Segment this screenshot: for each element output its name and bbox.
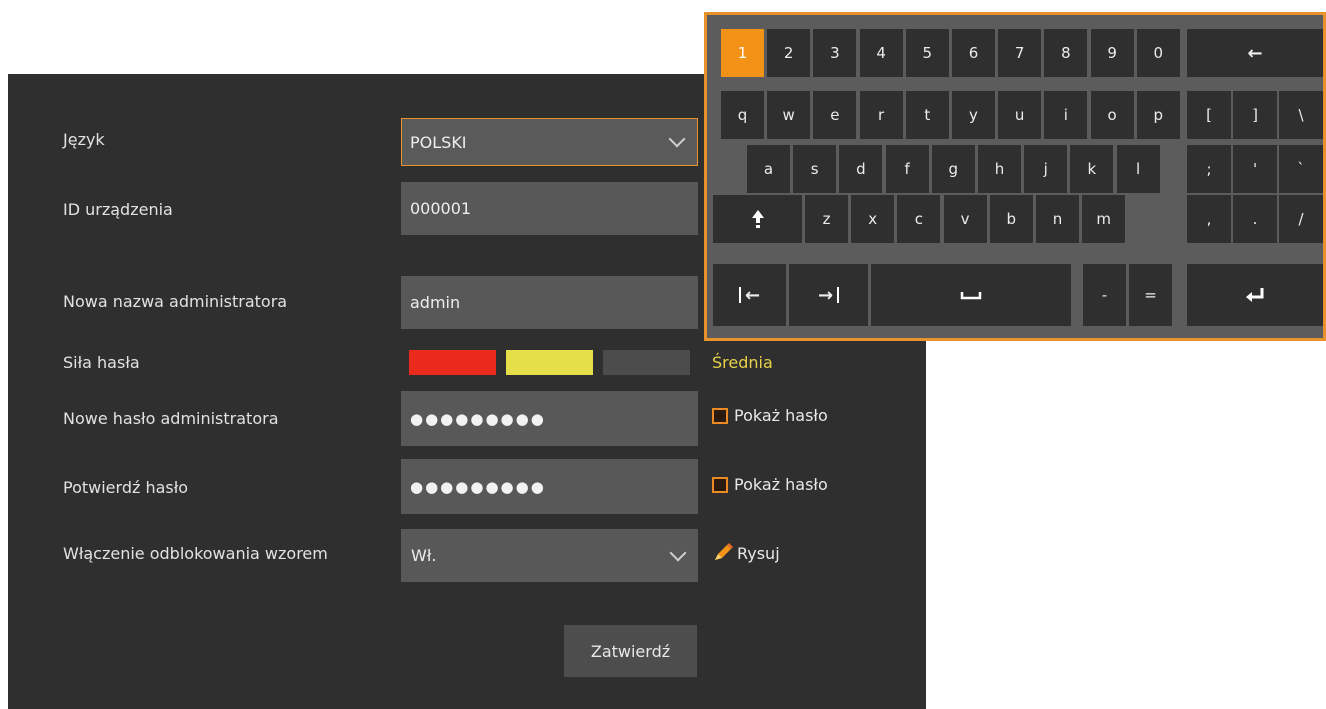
key-v[interactable]: v: [943, 195, 987, 243]
key-symbol[interactable]: `: [1279, 145, 1323, 193]
key-a[interactable]: a: [747, 145, 790, 193]
device-id-field[interactable]: 000001: [401, 182, 698, 235]
space-key[interactable]: [871, 264, 1071, 326]
submit-button[interactable]: Zatwierdź: [564, 625, 697, 677]
key-i[interactable]: i: [1044, 91, 1088, 139]
key-1[interactable]: 1: [721, 29, 764, 77]
key-2[interactable]: 2: [767, 29, 811, 77]
chevron-down-icon: [668, 130, 686, 148]
key-n[interactable]: n: [1036, 195, 1079, 243]
key-5[interactable]: 5: [905, 29, 949, 77]
language-value: POLSKI: [410, 132, 467, 152]
key-s[interactable]: s: [793, 145, 837, 193]
admin-name-label: Nowa nazwa administratora: [63, 292, 288, 311]
backspace-key[interactable]: ←: [1187, 29, 1323, 77]
key-o[interactable]: o: [1090, 91, 1134, 139]
enter-key[interactable]: [1187, 264, 1323, 326]
new-password-value: ●●●●●●●●●: [410, 409, 546, 428]
pattern-unlock-select[interactable]: Wł.: [401, 529, 698, 582]
device-id-value: 000001: [410, 199, 472, 218]
key-p[interactable]: p: [1136, 91, 1180, 139]
confirm-password-value: ●●●●●●●●●: [410, 477, 546, 496]
key-f[interactable]: f: [885, 145, 929, 193]
cursor-right-key[interactable]: →: [789, 264, 868, 326]
chevron-down-icon: [669, 544, 687, 561]
pattern-unlock-value: Wł.: [411, 546, 437, 565]
key-symbol[interactable]: ;: [1187, 145, 1231, 193]
admin-name-value: admin: [410, 293, 461, 312]
key-4[interactable]: 4: [859, 29, 903, 77]
key-z[interactable]: z: [805, 195, 848, 243]
equals-key[interactable]: =: [1129, 264, 1172, 326]
key-q[interactable]: q: [721, 91, 764, 139]
draw-pattern-link[interactable]: Rysuj: [712, 543, 780, 563]
language-label: Język: [63, 130, 105, 149]
confirm-password-field[interactable]: ●●●●●●●●●: [401, 459, 698, 514]
admin-name-field[interactable]: admin: [401, 276, 698, 329]
key-symbol[interactable]: ]: [1233, 91, 1277, 139]
cursor-left-icon: ←: [738, 285, 760, 306]
password-strength-level: Średnia: [712, 353, 773, 372]
key-g[interactable]: g: [931, 145, 975, 193]
key-d[interactable]: d: [839, 145, 883, 193]
strength-segment-2: [506, 350, 593, 375]
key-j[interactable]: j: [1024, 145, 1068, 193]
cursor-right-icon: →: [818, 285, 840, 306]
strength-segment-3: [603, 350, 690, 375]
key-symbol[interactable]: .: [1233, 195, 1277, 243]
device-id-label: ID urządzenia: [63, 200, 173, 219]
show-password-toggle-1[interactable]: Pokaż hasło: [712, 406, 828, 425]
virtual-keyboard: 1 2 3 4 5 6 7 8 9 0 q w e r t y u i o p a s d f g h j k l z x c v b n m [] \;…: [704, 12, 1326, 341]
space-bar-icon: [960, 292, 982, 300]
new-password-field[interactable]: ●●●●●●●●●: [401, 391, 698, 446]
key-m[interactable]: m: [1082, 195, 1126, 243]
key-7[interactable]: 7: [998, 29, 1042, 77]
password-strength-label: Siła hasła: [63, 353, 140, 372]
key-symbol[interactable]: \: [1279, 91, 1323, 139]
key-0[interactable]: 0: [1136, 29, 1180, 77]
key-c[interactable]: c: [897, 195, 941, 243]
language-select[interactable]: POLSKI: [401, 118, 698, 166]
key-symbol[interactable]: ': [1233, 145, 1277, 193]
key-6[interactable]: 6: [952, 29, 995, 77]
key-9[interactable]: 9: [1090, 29, 1134, 77]
show-password-checkbox[interactable]: [712, 407, 728, 424]
show-password-label: Pokaż hasło: [734, 475, 828, 494]
show-password-toggle-2[interactable]: Pokaż hasło: [712, 475, 828, 494]
shift-arrow-icon: [751, 210, 764, 228]
key-3[interactable]: 3: [813, 29, 857, 77]
show-password-checkbox[interactable]: [712, 476, 728, 493]
key-t[interactable]: t: [905, 91, 949, 139]
minus-key[interactable]: -: [1083, 264, 1126, 326]
new-password-label: Nowe hasło administratora: [63, 409, 279, 428]
key-b[interactable]: b: [989, 195, 1033, 243]
backspace-icon: ←: [1247, 42, 1263, 64]
enter-icon: [1246, 288, 1264, 302]
key-w[interactable]: w: [767, 91, 811, 139]
pattern-unlock-label: Włączenie odblokowania wzorem: [63, 544, 328, 563]
key-e[interactable]: e: [813, 91, 857, 139]
key-symbol[interactable]: /: [1279, 195, 1323, 243]
key-symbol[interactable]: [: [1187, 91, 1231, 139]
show-password-label: Pokaż hasło: [734, 406, 828, 425]
shift-key[interactable]: [713, 195, 802, 243]
key-8[interactable]: 8: [1044, 29, 1088, 77]
key-r[interactable]: r: [859, 91, 903, 139]
key-h[interactable]: h: [978, 145, 1021, 193]
key-k[interactable]: k: [1070, 145, 1114, 193]
key-y[interactable]: y: [952, 91, 995, 139]
key-l[interactable]: l: [1116, 145, 1160, 193]
pencil-icon: [715, 543, 733, 560]
confirm-password-label: Potwierdź hasło: [63, 478, 189, 497]
strength-segment-1: [409, 350, 496, 375]
key-symbol[interactable]: ,: [1187, 195, 1231, 243]
cursor-left-key[interactable]: ←: [713, 264, 786, 326]
draw-pattern-label: Rysuj: [737, 543, 780, 563]
key-u[interactable]: u: [998, 91, 1042, 139]
key-x[interactable]: x: [851, 195, 895, 243]
